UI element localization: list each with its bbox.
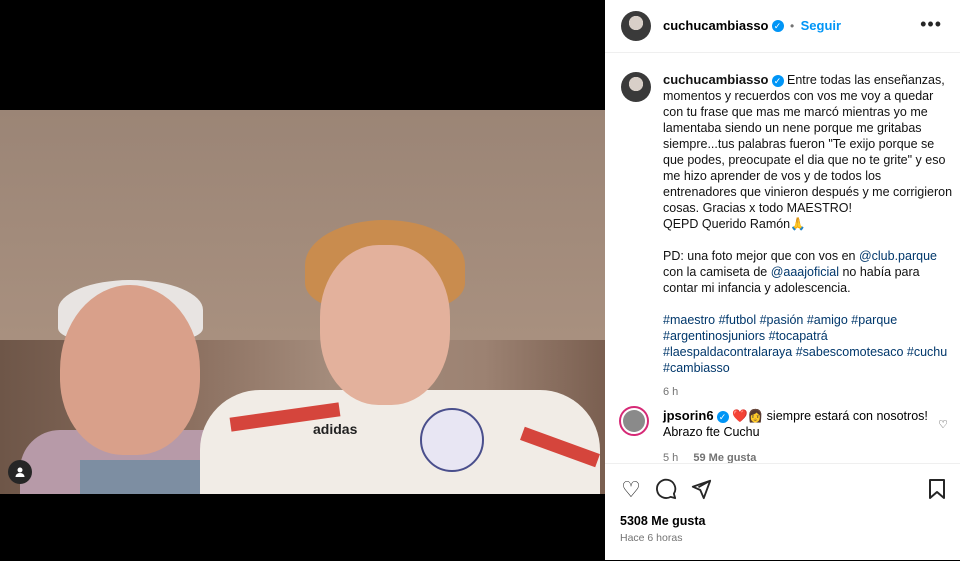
caption-ps-text: PD: una foto mejor que con vos en: [663, 249, 859, 263]
post-sidebar: cuchucambiasso ✓ • Seguir ••• cuchucambia…: [605, 0, 960, 560]
comment: jpsorin6 ✓ ❤️👩 siempre estará con nosotro…: [663, 408, 943, 466]
author-username[interactable]: cuchucambiasso: [663, 18, 769, 33]
caption-text: Entre todas las enseñanzas, momentos y r…: [663, 73, 953, 231]
commenter-username[interactable]: jpsorin6: [663, 408, 714, 423]
post-media: adidas: [0, 0, 605, 560]
post-photo[interactable]: adidas: [0, 110, 605, 494]
caption-username[interactable]: cuchucambiasso: [663, 72, 769, 87]
post-timestamp: Hace 6 horas: [620, 532, 683, 544]
author-avatar[interactable]: [621, 11, 651, 41]
heart-icon[interactable]: ♡: [619, 478, 643, 502]
photo-man-face: [60, 285, 200, 455]
verified-badge-icon: ✓: [771, 74, 784, 87]
comment-emojis: ❤️👩: [732, 409, 764, 423]
post-caption: cuchucambiasso ✓ Entre todas las enseñanz…: [663, 72, 953, 400]
photo-jersey-brand: adidas: [313, 421, 358, 437]
caption-author-avatar[interactable]: [621, 72, 651, 102]
more-options-icon[interactable]: •••: [920, 14, 942, 35]
verified-badge-icon: ✓: [716, 410, 729, 423]
verified-badge-icon: ✓: [771, 19, 784, 32]
photo-boy-face: [320, 245, 450, 405]
follow-button[interactable]: Seguir: [801, 18, 841, 33]
bookmark-icon[interactable]: [925, 478, 949, 502]
separator-dot: •: [789, 19, 795, 33]
author-line: cuchucambiasso ✓ • Seguir: [663, 17, 841, 35]
post-actions: ♡ 5308 Me gusta Hace 6 horas: [605, 463, 960, 561]
mention-link[interactable]: @aaajoficial: [771, 265, 839, 279]
commenter-avatar[interactable]: [619, 406, 649, 436]
send-icon[interactable]: [689, 478, 713, 502]
likes-count[interactable]: 5308 Me gusta: [620, 514, 705, 528]
caption-timestamp: 6 h: [663, 386, 679, 398]
mention-link[interactable]: @club.parque: [859, 249, 937, 263]
comment-icon[interactable]: [654, 478, 678, 502]
hashtags[interactable]: #maestro #futbol #pasión #amigo #parque …: [663, 312, 953, 376]
comment-like-icon[interactable]: ♡: [938, 418, 948, 431]
tagged-users-button[interactable]: [8, 460, 32, 484]
photo-club-crest: [420, 408, 484, 472]
user-icon: [15, 467, 25, 477]
post-header: cuchucambiasso ✓ • Seguir •••: [605, 0, 960, 53]
